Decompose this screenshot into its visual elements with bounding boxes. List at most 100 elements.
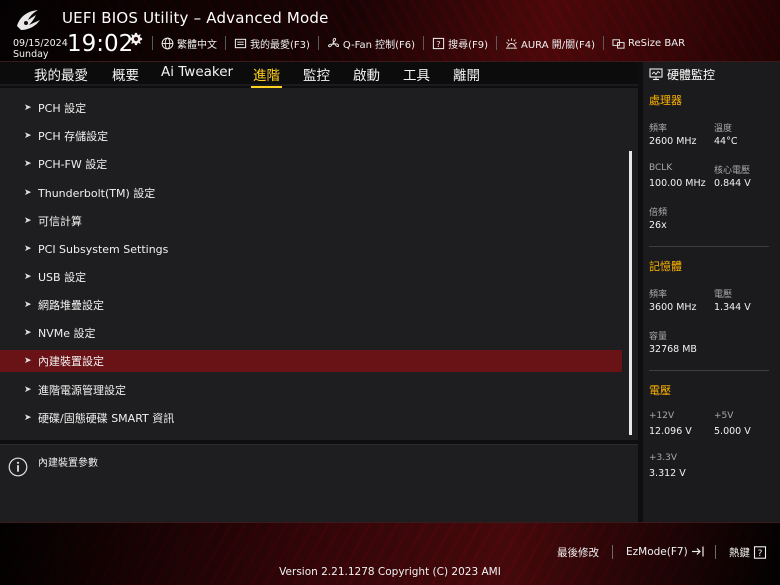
tab-favorites[interactable]: 我的最愛	[34, 64, 88, 84]
date-display: 09/15/2024 Sunday	[13, 38, 68, 60]
gear-icon[interactable]	[129, 32, 143, 46]
menu-item-pch[interactable]: ➤ PCH 設定	[0, 97, 622, 119]
favorites-icon	[234, 38, 247, 48]
menu-item-network-stack[interactable]: ➤ 網路堆疊設定	[0, 294, 622, 316]
favorites-label: 我的最愛(F3)	[250, 39, 310, 51]
toolbar-divider	[496, 36, 497, 50]
footer-divider	[612, 545, 613, 559]
chevron-right-icon: ➤	[24, 159, 32, 169]
menu-item-label: PCH-FW 設定	[38, 158, 108, 171]
menu-item-label: PCI Subsystem Settings	[38, 242, 169, 256]
info-icon	[8, 457, 28, 477]
tab-ai-tweaker[interactable]: Ai Tweaker	[161, 64, 233, 80]
qfan-button[interactable]: Q-Fan 控制(F6)	[327, 34, 423, 52]
section-divider	[649, 246, 769, 247]
memory-capacity-label: 容量	[649, 332, 668, 342]
menu-item-label: 內建裝置設定	[38, 355, 104, 368]
help-panel: 內建裝置參數	[0, 444, 638, 522]
menu-item-pci-subsystem[interactable]: ➤ PCI Subsystem Settings	[0, 238, 622, 260]
tab-main[interactable]: 概要	[112, 64, 139, 84]
menu-item-smart-info[interactable]: ➤ 硬碟/固態硬碟 SMART 資訊	[0, 407, 622, 429]
menu-item-onboard-devices[interactable]: ➤ 內建裝置設定	[0, 350, 622, 372]
hardware-monitor-panel: 硬體監控 處理器 頻率 溫度 2600 MHz 44°C BCLK 核心電壓 1…	[643, 62, 780, 522]
aura-icon	[505, 37, 518, 49]
language-button[interactable]: 繁體中文	[161, 34, 225, 52]
main-tabs: 我的最愛 概要 Ai Tweaker 進階 監控 啟動 工具 離開	[0, 62, 638, 88]
day-text: Sunday	[13, 49, 49, 60]
aura-button[interactable]: AURA 開/關(F4)	[505, 34, 603, 52]
bclk-value: 100.00 MHz	[649, 178, 706, 189]
cpu-temperature-value: 44°C	[714, 136, 738, 147]
menu-item-nvme[interactable]: ➤ NVMe 設定	[0, 322, 622, 344]
qfan-label: Q-Fan 控制(F6)	[342, 39, 416, 51]
footer-divider	[715, 545, 716, 559]
menu-item-pch-storage[interactable]: ➤ PCH 存儲設定	[0, 125, 622, 147]
ratio-value: 26x	[649, 220, 667, 231]
chevron-right-icon: ➤	[24, 244, 32, 254]
memory-capacity-value: 32768 MB	[649, 344, 697, 355]
resize-bar-label: ReSize BAR	[628, 37, 686, 49]
last-modified-button[interactable]: 最後修改	[557, 545, 599, 560]
monitor-title-label: 硬體監控	[667, 68, 716, 82]
favorites-button[interactable]: 我的最愛(F3)	[234, 34, 318, 52]
menu-item-thunderbolt[interactable]: ➤ Thunderbolt(TM) 設定	[0, 182, 622, 204]
tab-tool[interactable]: 工具	[403, 64, 430, 84]
search-label: 搜尋(F9)	[448, 39, 488, 51]
chevron-right-icon: ➤	[24, 328, 32, 338]
menu-item-label: USB 設定	[38, 271, 87, 284]
cpu-temperature-label: 溫度	[714, 124, 733, 134]
menu-item-trusted-computing[interactable]: ➤ 可信計算	[0, 210, 622, 232]
cpu-frequency-label: 頻率	[649, 124, 668, 134]
monitor-title: 硬體監控	[649, 66, 715, 83]
cpu-section-title: 處理器	[649, 94, 682, 107]
version-text: Version 2.21.1278 Copyright (C) 2023 AMI	[279, 566, 501, 578]
memory-section-title: 記憶體	[649, 260, 682, 273]
chevron-right-icon: ➤	[24, 300, 32, 310]
resize-bar-icon	[612, 38, 625, 49]
menu-item-pch-fw[interactable]: ➤ PCH-FW 設定	[0, 153, 622, 175]
hotkeys-button[interactable]: 熱鍵 ?	[729, 545, 767, 560]
memory-frequency-value: 3600 MHz	[649, 302, 697, 313]
resize-bar-button[interactable]: ReSize BAR	[612, 34, 693, 52]
rog-logo-icon	[17, 10, 40, 30]
menu-scrollbar[interactable]	[629, 151, 632, 435]
monitor-icon	[649, 68, 663, 81]
help-icon: ?	[753, 546, 767, 559]
fan-icon	[327, 37, 339, 47]
v33-value: 3.312 V	[649, 468, 686, 479]
tab-boot[interactable]: 啟動	[353, 64, 380, 84]
search-help-icon: ?	[432, 37, 445, 49]
advanced-menu-panel: ➤ PCH 設定 ➤ PCH 存儲設定 ➤ PCH-FW 設定 ➤ Thunderbol…	[0, 88, 638, 440]
ezmode-button[interactable]: EzMode(F7)	[626, 545, 705, 558]
chevron-right-icon: ➤	[24, 103, 32, 113]
ezmode-label: EzMode(F7)	[626, 545, 688, 558]
core-voltage-value: 0.844 V	[714, 178, 751, 189]
tab-advanced[interactable]: 進階	[251, 64, 282, 88]
chevron-right-icon: ➤	[24, 131, 32, 141]
toolbar-divider	[603, 36, 605, 50]
globe-icon	[161, 37, 174, 49]
toolbar-divider	[423, 36, 425, 50]
search-button[interactable]: ? 搜尋(F9)	[432, 34, 496, 52]
tab-monitor[interactable]: 監控	[303, 64, 330, 84]
memory-voltage-value: 1.344 V	[714, 302, 751, 313]
toolbar: 繁體中文 我的最愛(F3) Q-Fan 控制(F6) ? 搜尋(F9) AURA…	[152, 34, 693, 52]
title-bar: UEFI BIOS Utility – Advanced Mode 09/15/…	[0, 0, 780, 62]
exit-arrow-icon	[691, 546, 704, 557]
menu-item-label: 網路堆疊設定	[38, 299, 104, 312]
menu-item-usb[interactable]: ➤ USB 設定	[0, 266, 622, 288]
tab-exit[interactable]: 離開	[453, 64, 480, 84]
footer-bar: 最後修改 EzMode(F7) 熱鍵 ? Version 2.21.1278 C…	[0, 522, 780, 585]
time-display: 19:02	[67, 31, 134, 57]
cpu-frequency-value: 2600 MHz	[649, 136, 697, 147]
memory-voltage-label: 電壓	[714, 290, 733, 300]
menu-item-power-management[interactable]: ➤ 進階電源管理設定	[0, 379, 622, 401]
last-modified-label: 最後修改	[557, 547, 599, 559]
section-divider	[649, 370, 769, 371]
menu-item-label: PCH 存儲設定	[38, 130, 109, 143]
menu-item-label: PCH 設定	[38, 102, 87, 115]
svg-text:?: ?	[436, 38, 440, 48]
v12-value: 12.096 V	[649, 426, 692, 437]
core-voltage-label: 核心電壓	[714, 166, 751, 176]
menu-item-label: 硬碟/固態硬碟 SMART 資訊	[38, 412, 175, 425]
